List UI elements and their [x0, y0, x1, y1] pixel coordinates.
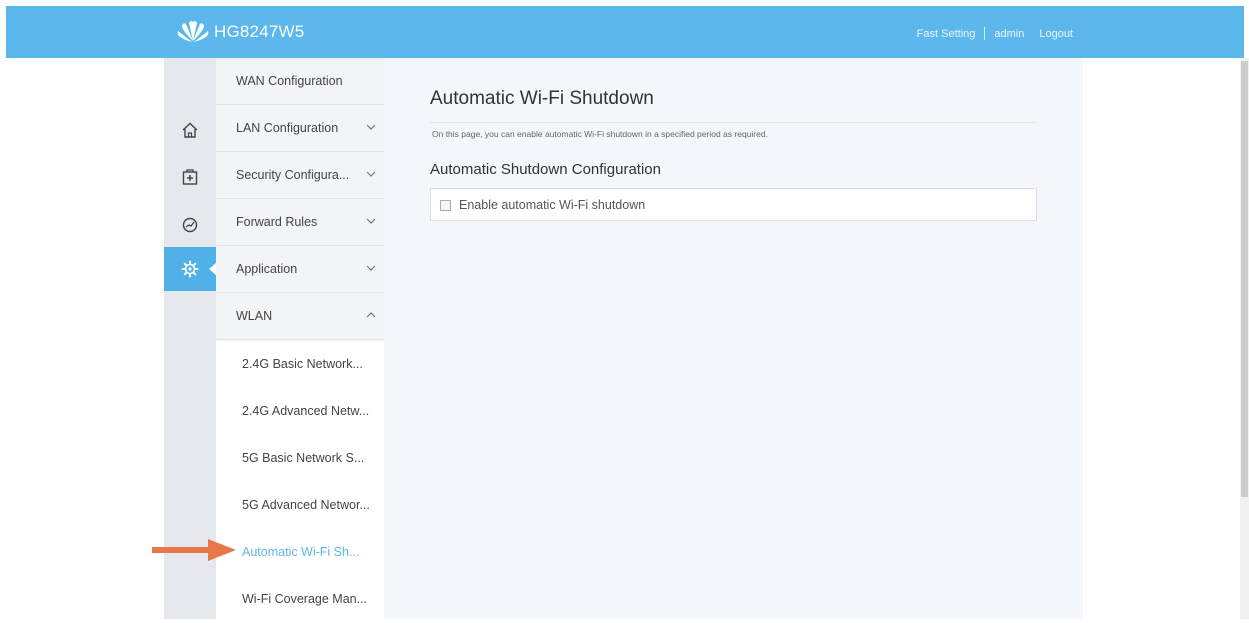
- fast-setting-link[interactable]: Fast Setting: [917, 28, 976, 40]
- header-links: Fast Setting admin Logout: [917, 27, 1073, 40]
- enable-shutdown-row: Enable automatic Wi-Fi shutdown: [430, 188, 1037, 221]
- sidebar-subitem-label: Wi-Fi Coverage Man...: [242, 592, 368, 606]
- chevron-down-icon: [366, 218, 376, 224]
- rail-item-home[interactable]: [164, 108, 216, 152]
- gear-icon: [181, 260, 199, 278]
- sidebar-subitem-wifi-coverage[interactable]: Wi-Fi Coverage Man...: [216, 576, 384, 623]
- header-divider: [984, 27, 986, 40]
- home-icon: [182, 122, 198, 138]
- sidebar-item-label: WAN Configuration: [236, 74, 343, 88]
- chevron-down-icon: [366, 124, 376, 130]
- add-box-icon: [182, 169, 198, 185]
- sidebar-item-wan-configuration[interactable]: WAN Configuration: [216, 58, 384, 105]
- page-description: On this page, you can enable automatic W…: [432, 129, 768, 139]
- sidebar-item-application[interactable]: Application: [216, 246, 384, 293]
- enable-wifi-shutdown-checkbox[interactable]: [440, 200, 451, 211]
- sidebar-item-label: LAN Configuration: [236, 121, 339, 135]
- sidebar-item-label: Application: [236, 262, 298, 276]
- page-title: Automatic Wi-Fi Shutdown: [430, 88, 654, 109]
- sidebar-subitem-label: 5G Basic Network S...: [242, 451, 365, 465]
- brand-logo: HG8247W5: [176, 20, 304, 44]
- sidebar-subitem-label: Automatic Wi-Fi Sh...: [242, 545, 360, 559]
- top-header-bar: HG8247W5 Fast Setting admin Logout: [6, 6, 1244, 58]
- gauge-icon: [182, 217, 198, 233]
- annotation-arrow-icon: [152, 539, 236, 561]
- chevron-down-icon: [366, 265, 376, 271]
- scrollbar-thumb[interactable]: [1241, 61, 1248, 497]
- rail-item-add[interactable]: [164, 155, 216, 199]
- title-divider: [430, 122, 1037, 123]
- brand-model-name: HG8247W5: [214, 22, 305, 41]
- sidebar-menu: WAN Configuration LAN Configuration Secu…: [216, 58, 384, 623]
- section-title: Automatic Shutdown Configuration: [430, 161, 661, 178]
- sidebar-subitem-automatic-wifi-shutdown[interactable]: Automatic Wi-Fi Sh...: [216, 529, 384, 576]
- rail-item-gauge[interactable]: [164, 203, 216, 247]
- sidebar-subitem-5g-advanced-network[interactable]: 5G Advanced Networ...: [216, 482, 384, 529]
- sidebar-item-label: WLAN: [236, 309, 273, 323]
- sidebar-item-forward-rules[interactable]: Forward Rules: [216, 199, 384, 246]
- chevron-down-icon: [366, 171, 376, 177]
- logout-link[interactable]: Logout: [1039, 28, 1073, 40]
- user-link[interactable]: admin: [994, 28, 1024, 40]
- chevron-up-icon: [366, 312, 376, 318]
- sidebar-subitem-label: 2.4G Advanced Netw...: [242, 404, 370, 418]
- rail-item-settings[interactable]: [164, 247, 217, 291]
- page-scrollbar[interactable]: [1240, 58, 1249, 619]
- enable-wifi-shutdown-label[interactable]: Enable automatic Wi-Fi shutdown: [459, 198, 645, 212]
- sidebar-item-lan-configuration[interactable]: LAN Configuration: [216, 105, 384, 152]
- main-content: Automatic Wi-Fi Shutdown On this page, y…: [384, 58, 1083, 619]
- sidebar-item-wlan[interactable]: WLAN: [216, 293, 384, 340]
- sidebar-item-label: Security Configura...: [236, 168, 350, 182]
- huawei-logo-icon: [177, 21, 209, 42]
- sidebar-subitem-label: 5G Advanced Networ...: [242, 498, 370, 512]
- sidebar-subitem-24g-advanced-network[interactable]: 2.4G Advanced Netw...: [216, 388, 384, 435]
- sidebar-item-security-configuration[interactable]: Security Configura...: [216, 152, 384, 199]
- sidebar-subitem-24g-basic-network[interactable]: 2.4G Basic Network...: [216, 341, 384, 388]
- sidebar-subitem-label: 2.4G Basic Network...: [242, 357, 363, 371]
- sidebar-item-label: Forward Rules: [236, 215, 318, 229]
- sidebar-subitem-5g-basic-network[interactable]: 5G Basic Network S...: [216, 435, 384, 482]
